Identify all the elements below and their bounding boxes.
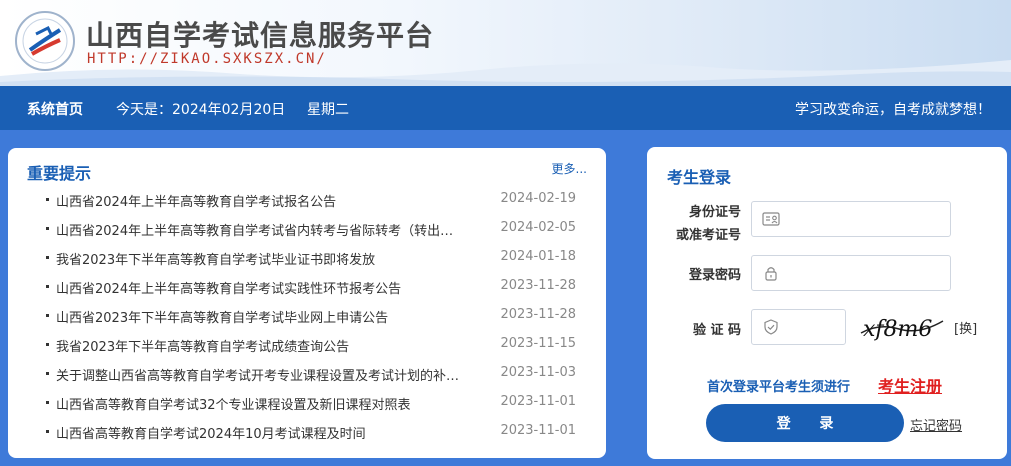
notice-list: 山西省2024年上半年高等教育自学考试报名公告 2024-02-19 山西省20… [8, 186, 606, 447]
slogan: 学习改变命运，自考成就梦想！ [795, 102, 991, 118]
notice-item-date: 2023-11-03 [500, 365, 576, 380]
notice-item-title[interactable]: 我省2023年下半年高等教育自学考试成绩查询公告 [56, 336, 492, 355]
top-navbar: 系统首页 今天是：2024年02月20日 星期二 学习改变命运，自考成就梦想！ [0, 86, 1011, 130]
notice-item-date: 2023-11-15 [500, 336, 576, 351]
notice-more-link[interactable]: 更多... [552, 160, 587, 177]
login-button[interactable]: 登 录 [706, 404, 904, 442]
captcha-input[interactable] [788, 310, 841, 344]
notice-item[interactable]: 山西省高等教育自学考试32个专业课程设置及新旧课程对照表 2023-11-01 [8, 389, 606, 418]
notice-item-title[interactable]: 我省2023年下半年高等教育自学考试毕业证书即将发放 [56, 249, 492, 268]
notice-item-title[interactable]: 山西省2024年上半年高等教育自学考试报名公告 [56, 191, 492, 210]
notice-item-date: 2023-11-28 [500, 278, 576, 293]
register-link[interactable]: 考生注册 [878, 373, 942, 397]
notice-item[interactable]: 我省2023年下半年高等教育自学考试成绩查询公告 2023-11-15 [8, 331, 606, 360]
register-prompt: 首次登录平台考生须进行 [707, 380, 851, 395]
bullet-icon [46, 314, 49, 317]
captcha-field[interactable] [751, 309, 846, 345]
notice-item-date: 2023-11-01 [500, 423, 576, 438]
bullet-icon [46, 285, 49, 288]
notice-item[interactable]: 山西省2024年上半年高等教育自学考试省内转考与省际转考（转出… 2024-02… [8, 215, 606, 244]
notice-item-title[interactable]: 山西省高等教育自学考试32个专业课程设置及新旧课程对照表 [56, 394, 492, 413]
current-weekday: 星期二 [307, 102, 349, 118]
forgot-password-link[interactable]: 忘记密码 [910, 415, 962, 434]
notice-panel: 重要提示 更多... 山西省2024年上半年高等教育自学考试报名公告 2024-… [8, 148, 606, 458]
site-url: HTTP://ZIKAO.SXKSZX.CN/ [87, 51, 327, 67]
notice-item[interactable]: 山西省2024年上半年高等教育自学考试实践性环节报考公告 2023-11-28 [8, 273, 606, 302]
bullet-icon [46, 401, 49, 404]
password-field[interactable] [751, 255, 951, 291]
notice-item-date: 2024-02-19 [500, 191, 576, 206]
nav-home-link[interactable]: 系统首页 [27, 99, 83, 119]
id-number-input[interactable] [788, 202, 946, 236]
notice-item[interactable]: 我省2023年下半年高等教育自学考试毕业证书即将发放 2024-01-18 [8, 244, 606, 273]
id-number-label: 身份证号 或准考证号 [661, 201, 741, 243]
password-input[interactable] [788, 256, 946, 290]
notice-item-title[interactable]: 山西省2024年上半年高等教育自学考试实践性环节报考公告 [56, 278, 492, 297]
notice-item[interactable]: 关于调整山西省高等教育自学考试开考专业课程设置及考试计划的补… 2023-11-… [8, 360, 606, 389]
notice-item-date: 2024-01-18 [500, 249, 576, 264]
notice-item-title[interactable]: 关于调整山西省高等教育自学考试开考专业课程设置及考试计划的补… [56, 365, 492, 384]
id-number-field[interactable] [751, 201, 951, 237]
login-panel-title: 考生登录 [667, 168, 732, 187]
notice-panel-title: 重要提示 [27, 164, 92, 183]
bullet-icon [46, 198, 49, 201]
id-number-label-line2: 或准考证号 [675, 228, 741, 243]
id-number-label-line1: 身份证号 [688, 205, 741, 220]
exam-center-emblem-icon [15, 11, 75, 71]
captcha-label: 验 证 码 [692, 323, 741, 338]
notice-item-title[interactable]: 山西省2024年上半年高等教育自学考试省内转考与省际转考（转出… [56, 220, 492, 239]
captcha-text: xf8m6 [863, 317, 932, 342]
bullet-icon [46, 256, 49, 259]
notice-item-title[interactable]: 山西省高等教育自学考试2024年10月考试课程及时间 [56, 423, 492, 442]
bullet-icon [46, 343, 49, 346]
notice-item[interactable]: 山西省2023年下半年高等教育自学考试毕业网上申请公告 2023-11-28 [8, 302, 606, 331]
site-header: 山西自学考试信息服务平台 HTTP://ZIKAO.SXKSZX.CN/ [0, 0, 1011, 86]
password-label: 登录密码 [688, 268, 741, 283]
bullet-icon [46, 372, 49, 375]
lock-icon [765, 267, 777, 281]
bullet-icon [46, 227, 49, 230]
current-date: 今天是：2024年02月20日 [116, 102, 286, 118]
shield-check-icon [764, 319, 778, 335]
notice-item[interactable]: 山西省2024年上半年高等教育自学考试报名公告 2024-02-19 [8, 186, 606, 215]
notice-item-date: 2024-02-05 [500, 220, 576, 235]
notice-item-title[interactable]: 山西省2023年下半年高等教育自学考试毕业网上申请公告 [56, 307, 492, 326]
bullet-icon [46, 430, 49, 433]
id-card-icon [762, 212, 780, 226]
captcha-image[interactable]: xf8m6 [859, 311, 945, 345]
notice-item[interactable]: 山西省高等教育自学考试2024年10月考试课程及时间 2023-11-01 [8, 418, 606, 447]
notice-item-date: 2023-11-28 [500, 307, 576, 322]
site-title: 山西自学考试信息服务平台 [86, 19, 435, 52]
notice-item-date: 2023-11-01 [500, 394, 576, 409]
captcha-refresh-link[interactable]: [换] [954, 318, 977, 337]
login-panel: 考生登录 身份证号 或准考证号 登录密码 验 证 码 xf8m6 [换] 首次登… [647, 147, 1007, 459]
